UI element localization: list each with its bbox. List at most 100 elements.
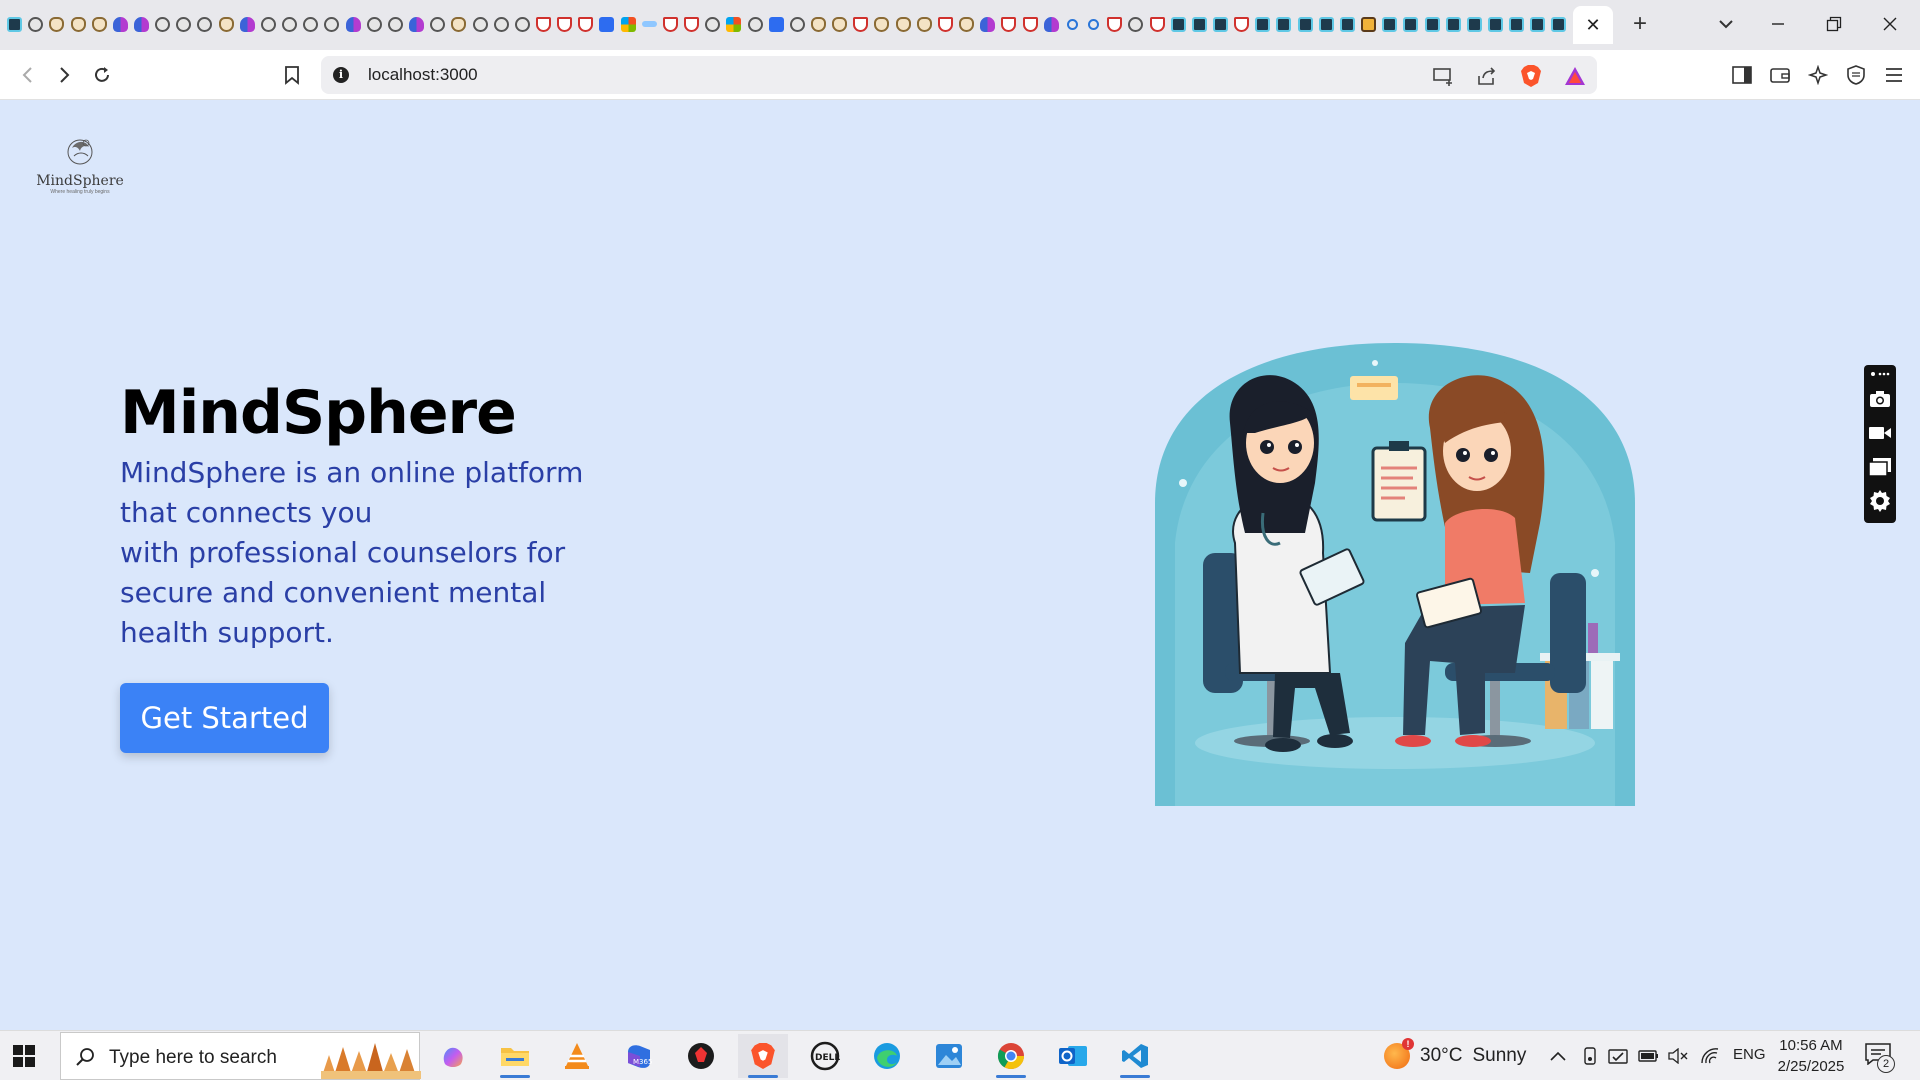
browser-tab[interactable] — [152, 14, 173, 34]
browser-tab[interactable] — [300, 14, 321, 34]
gear-icon[interactable] — [1868, 489, 1892, 513]
restore-button[interactable] — [1814, 8, 1854, 40]
browser-tab[interactable] — [893, 14, 914, 34]
browser-tab[interactable] — [1252, 14, 1273, 34]
copilot-app-icon[interactable] — [428, 1034, 478, 1078]
forward-button[interactable] — [48, 59, 80, 91]
browser-tab[interactable] — [1527, 14, 1548, 34]
url-text[interactable]: localhost:3000 — [368, 65, 478, 85]
browser-tab[interactable] — [1443, 14, 1464, 34]
browser-tab[interactable] — [1379, 14, 1400, 34]
vpn-shield-icon[interactable] — [1844, 63, 1868, 87]
browser-tab[interactable] — [491, 14, 512, 34]
browser-tab[interactable] — [448, 14, 469, 34]
browser-tab[interactable] — [67, 14, 88, 34]
clock[interactable]: 10:56 AM 2/25/2025 — [1776, 1035, 1846, 1077]
browser-tab[interactable] — [1273, 14, 1294, 34]
security-tray-icon[interactable] — [1608, 1045, 1628, 1067]
browser-tab[interactable] — [1062, 14, 1083, 34]
browser-tab[interactable] — [850, 14, 871, 34]
wallet-icon[interactable] — [1768, 63, 1792, 87]
edge-app-icon[interactable] — [862, 1034, 912, 1078]
taskbar-search[interactable]: Type here to search — [60, 1032, 421, 1080]
browser-tab[interactable] — [1189, 14, 1210, 34]
browser-tab[interactable] — [321, 14, 342, 34]
browser-tab[interactable] — [258, 14, 279, 34]
browser-tab[interactable] — [998, 14, 1019, 34]
dell-app-icon[interactable]: DELL — [800, 1034, 850, 1078]
browser-tab[interactable] — [766, 14, 787, 34]
site-info-icon[interactable]: i — [333, 67, 349, 83]
browser-tab[interactable] — [4, 14, 25, 34]
browser-tab[interactable] — [660, 14, 681, 34]
browser-tab[interactable] — [89, 14, 110, 34]
browser-tab[interactable] — [469, 14, 490, 34]
browser-tab[interactable] — [1464, 14, 1485, 34]
browser-tab[interactable] — [871, 14, 892, 34]
new-tab-button[interactable]: + — [1626, 10, 1654, 38]
browser-tab[interactable] — [639, 14, 660, 34]
browser-tab[interactable] — [702, 14, 723, 34]
browser-tab[interactable] — [173, 14, 194, 34]
back-button[interactable] — [12, 59, 44, 91]
browser-tab[interactable] — [1358, 14, 1379, 34]
browser-tab[interactable] — [279, 14, 300, 34]
browser-tab[interactable] — [1421, 14, 1442, 34]
brave-shields-icon[interactable] — [1519, 64, 1543, 88]
show-hidden-icons-chevron-icon[interactable] — [1548, 1045, 1568, 1067]
browser-tab[interactable] — [829, 14, 850, 34]
close-window-button[interactable] — [1870, 8, 1910, 40]
sidebar-toggle-icon[interactable] — [1730, 63, 1754, 87]
browser-tab[interactable] — [1210, 14, 1231, 34]
close-tab-button[interactable]: ✕ — [1585, 16, 1600, 34]
browser-tab[interactable] — [1295, 14, 1316, 34]
address-bar[interactable]: i localhost:3000 — [321, 56, 1597, 94]
browser-tab[interactable] — [744, 14, 765, 34]
browser-tab[interactable] — [237, 14, 258, 34]
browser-tab[interactable] — [723, 14, 744, 34]
browser-tab[interactable] — [1485, 14, 1506, 34]
language-indicator[interactable]: ENG — [1733, 1046, 1766, 1063]
browser-tab[interactable] — [427, 14, 448, 34]
brave-app-icon[interactable] — [738, 1034, 788, 1078]
browser-tab[interactable] — [406, 14, 427, 34]
browser-tab[interactable] — [343, 14, 364, 34]
browser-tab[interactable] — [1506, 14, 1527, 34]
browser-tab[interactable] — [1104, 14, 1125, 34]
brave-rewards-icon[interactable] — [1563, 64, 1587, 88]
browser-tab[interactable] — [914, 14, 935, 34]
browser-tab[interactable] — [935, 14, 956, 34]
browser-tab[interactable] — [1231, 14, 1252, 34]
browser-tab[interactable] — [618, 14, 639, 34]
browser-tab[interactable] — [533, 14, 554, 34]
active-tab[interactable]: ✕ — [1573, 6, 1613, 44]
window-capture-icon[interactable] — [1868, 455, 1892, 479]
browser-tab[interactable] — [364, 14, 385, 34]
minimize-button[interactable] — [1758, 8, 1798, 40]
tab-search-chevron-icon[interactable] — [1712, 10, 1740, 38]
vscode-app-icon[interactable] — [1110, 1034, 1160, 1078]
browser-tab[interactable] — [596, 14, 617, 34]
reload-button[interactable] — [86, 59, 118, 91]
menu-icon[interactable] — [1882, 63, 1906, 87]
browser-tab[interactable] — [25, 14, 46, 34]
site-logo[interactable]: MindSphere Where healing truly begins — [36, 134, 124, 204]
wifi-icon[interactable] — [1700, 1045, 1720, 1067]
browser-tab[interactable] — [1316, 14, 1337, 34]
battery-icon[interactable] — [1638, 1045, 1658, 1067]
microsoft-365-app-icon[interactable]: M365 — [614, 1034, 664, 1078]
red-app-icon[interactable] — [676, 1034, 726, 1078]
browser-tab[interactable] — [575, 14, 596, 34]
browser-tab[interactable] — [1020, 14, 1041, 34]
browser-tab[interactable] — [956, 14, 977, 34]
share-icon[interactable] — [1475, 64, 1499, 88]
browser-tab[interactable] — [977, 14, 998, 34]
browser-tab[interactable] — [1083, 14, 1104, 34]
video-camera-icon[interactable] — [1868, 421, 1892, 445]
browser-tab[interactable] — [1125, 14, 1146, 34]
browser-tab[interactable] — [787, 14, 808, 34]
browser-tab[interactable] — [681, 14, 702, 34]
browser-tab[interactable] — [512, 14, 533, 34]
browser-tab[interactable] — [808, 14, 829, 34]
bookmark-icon[interactable] — [276, 59, 308, 91]
